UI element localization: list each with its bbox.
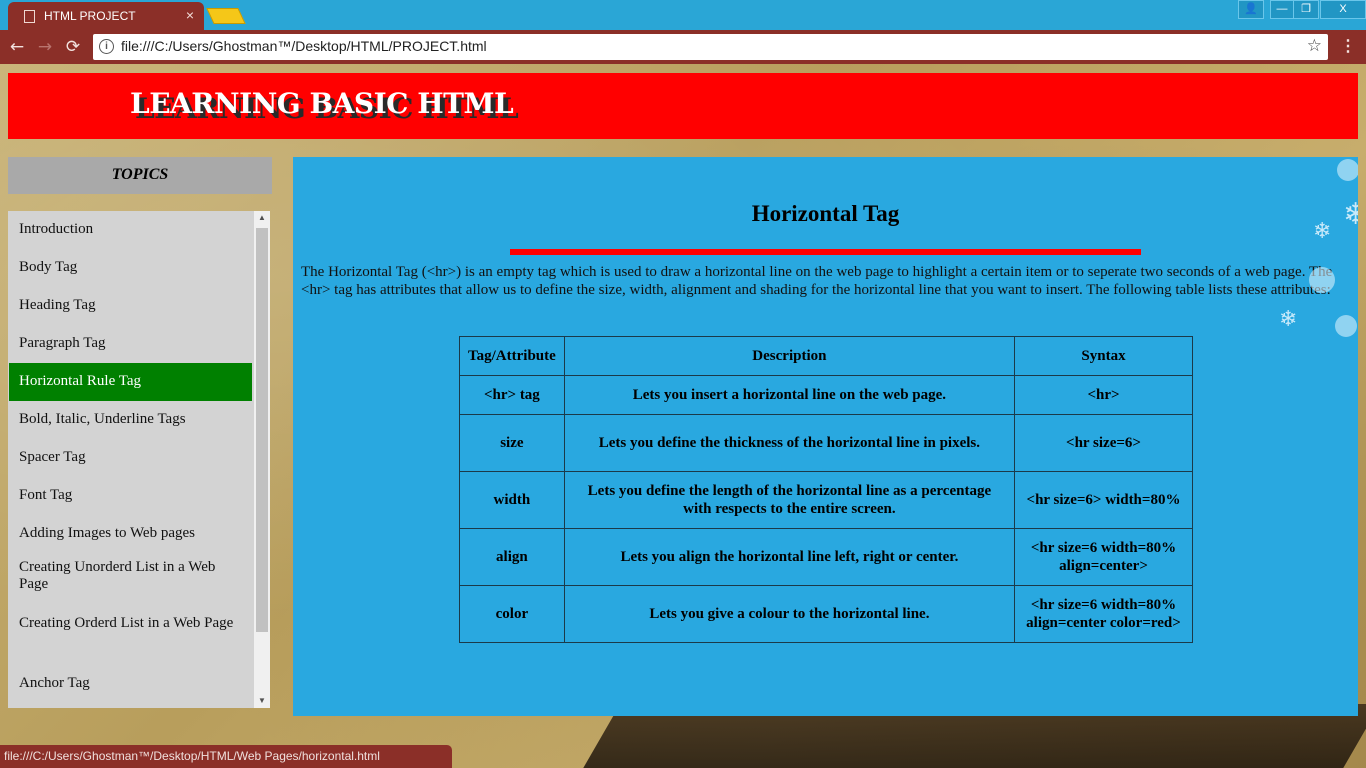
scroll-down-icon[interactable]: ▼ bbox=[254, 694, 270, 708]
bookmark-star-icon[interactable]: ☆ bbox=[1307, 36, 1322, 56]
table-header-cell: Syntax bbox=[1014, 336, 1193, 376]
snowflake-icon: ❄ bbox=[1313, 219, 1332, 244]
scroll-up-icon[interactable]: ▲ bbox=[254, 211, 270, 225]
table-cell: Lets you insert a horizontal line on the… bbox=[563, 375, 1016, 415]
snowflake-icon: ❄ bbox=[1343, 197, 1358, 232]
tab-close-icon[interactable]: × bbox=[186, 7, 194, 23]
topics-heading: TOPICS bbox=[8, 157, 272, 194]
address-bar[interactable]: i file:///C:/Users/Ghostman™/Desktop/HTM… bbox=[93, 34, 1328, 60]
sidebar-item-body-tag[interactable]: Body Tag bbox=[9, 249, 252, 287]
table-cell: Lets you give a colour to the horizontal… bbox=[563, 585, 1016, 643]
table-cell: <hr size=6> bbox=[1014, 414, 1193, 472]
info-icon[interactable]: i bbox=[99, 39, 114, 54]
maximize-button[interactable]: ❐ bbox=[1293, 0, 1319, 19]
sidebar-item-horizontal-rule-tag[interactable]: Horizontal Rule Tag bbox=[9, 363, 252, 401]
topics-list: Introduction Body Tag Heading Tag Paragraph… bbox=[9, 211, 252, 703]
reload-button[interactable]: ⟳ bbox=[62, 36, 84, 58]
page-title: LEARNING BASIC HTML bbox=[130, 87, 514, 120]
snow-decoration bbox=[1337, 159, 1358, 181]
intro-paragraph: The Horizontal Tag (<hr>) is an empty ta… bbox=[301, 264, 1333, 298]
table-header-row: Tag/Attribute Description Syntax bbox=[459, 336, 1193, 376]
page-header: LEARNING BASIC HTML bbox=[8, 73, 1358, 139]
url-text[interactable]: file:///C:/Users/Ghostman™/Desktop/HTML/… bbox=[121, 38, 487, 54]
profile-button[interactable]: 👤 bbox=[1238, 0, 1264, 19]
sidebar-item-creating-orderd-list-in-a-web-page[interactable]: Creating Orderd List in a Web Page bbox=[9, 609, 252, 665]
sidebar-scrollbar[interactable]: ▲ ▼ bbox=[254, 211, 270, 708]
new-tab-button[interactable] bbox=[206, 8, 246, 24]
table-cell: align bbox=[459, 528, 565, 586]
table-cell: <hr size=6 width=80% align=center color=… bbox=[1014, 585, 1193, 643]
sidebar-item-bold-italic-underline-tags[interactable]: Bold, Italic, Underline Tags bbox=[9, 401, 252, 439]
sidebar-item-introduction[interactable]: Introduction bbox=[9, 211, 252, 249]
table-row: width Lets you define the length of the … bbox=[459, 471, 1193, 529]
table-cell: Lets you align the horizontal line left,… bbox=[563, 528, 1016, 586]
minimize-button[interactable]: — bbox=[1270, 0, 1294, 19]
content-heading: Horizontal Tag bbox=[751, 201, 900, 226]
table-cell: Lets you define the thickness of the hor… bbox=[563, 414, 1016, 472]
table-row: size Lets you define the thickness of th… bbox=[459, 414, 1193, 472]
browser-titlebar: HTML PROJECT × 👤 — ❐ X bbox=[0, 0, 1366, 30]
table-cell: <hr size=6 width=80% align=center> bbox=[1014, 528, 1193, 586]
table-header-cell: Tag/Attribute bbox=[459, 336, 565, 376]
close-window-button[interactable]: X bbox=[1320, 0, 1366, 19]
scroll-thumb[interactable] bbox=[256, 228, 268, 632]
snowflake-icon: ❄ bbox=[1279, 307, 1298, 332]
sidebar-item-font-tag[interactable]: Font Tag bbox=[9, 477, 252, 515]
table-cell: size bbox=[459, 414, 565, 472]
page-viewport: LEARNING BASIC HTML TOPICS Introduction B… bbox=[0, 64, 1366, 768]
table-row: <hr> tag Lets you insert a horizontal li… bbox=[459, 375, 1193, 415]
document-icon bbox=[24, 10, 35, 23]
sidebar-item-anchor-tag[interactable]: Anchor Tag bbox=[9, 665, 252, 703]
sidebar-item-heading-tag[interactable]: Heading Tag bbox=[9, 287, 252, 325]
horizontal-rule bbox=[510, 249, 1141, 255]
topics-sidebar: Introduction Body Tag Heading Tag Paragraph… bbox=[8, 211, 270, 708]
sidebar-item-creating-unorderd-list-in-a-web-page[interactable]: Creating Unorderd List in a Web Page bbox=[9, 553, 252, 609]
browser-tab[interactable]: HTML PROJECT × bbox=[8, 2, 204, 30]
table-header-cell: Description bbox=[563, 336, 1016, 376]
sidebar-item-adding-images-to-web-pages[interactable]: Adding Images to Web pages bbox=[9, 515, 252, 553]
status-bar: file:///C:/Users/Ghostman™/Desktop/HTML/… bbox=[0, 745, 452, 768]
table-row: align Lets you align the horizontal line… bbox=[459, 528, 1193, 586]
tab-title: HTML PROJECT bbox=[44, 9, 136, 23]
table-row: color Lets you give a colour to the hori… bbox=[459, 585, 1193, 643]
table-cell: <hr> bbox=[1014, 375, 1193, 415]
snow-decoration bbox=[1309, 267, 1335, 293]
table-cell: width bbox=[459, 471, 565, 529]
snow-decoration bbox=[1335, 315, 1357, 337]
browser-menu-icon[interactable]: ⋮ bbox=[1340, 37, 1356, 57]
back-button[interactable]: ← bbox=[6, 36, 28, 58]
content-frame: Horizontal Tag The Horizontal Tag (<hr>)… bbox=[293, 157, 1358, 716]
table-cell: color bbox=[459, 585, 565, 643]
forward-button[interactable]: → bbox=[34, 36, 56, 58]
table-cell: <hr size=6> width=80% bbox=[1014, 471, 1193, 529]
attributes-table: Tag/Attribute Description Syntax <hr> ta… bbox=[459, 336, 1193, 643]
topics-label: TOPICS bbox=[111, 166, 169, 183]
table-cell: Lets you define the length of the horizo… bbox=[563, 471, 1016, 529]
sidebar-item-paragraph-tag[interactable]: Paragraph Tag bbox=[9, 325, 252, 363]
sidebar-item-spacer-tag[interactable]: Spacer Tag bbox=[9, 439, 252, 477]
table-cell: <hr> tag bbox=[459, 375, 565, 415]
